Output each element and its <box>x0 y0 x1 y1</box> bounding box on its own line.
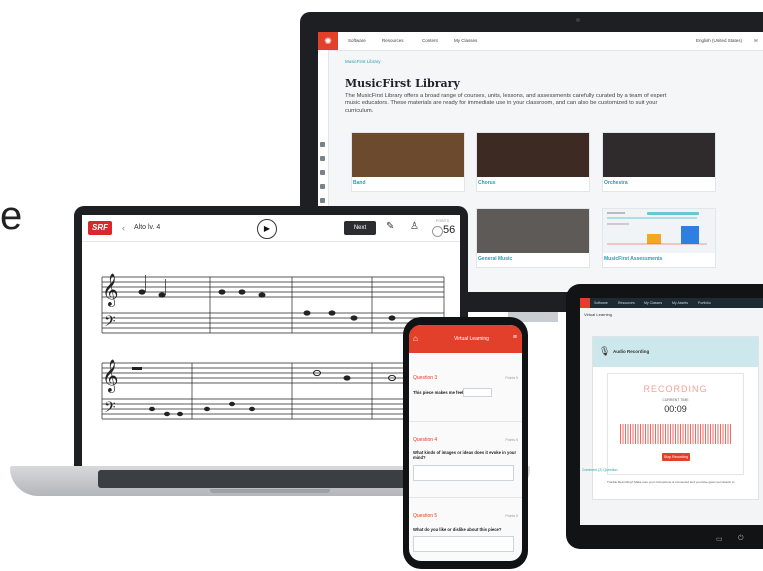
audio-recording-card: 🎙 Audio Recording RECORDING CURRENT TIME… <box>592 336 759 500</box>
top-nav-bar: ✺ Software Resources Content My Classes … <box>318 32 763 51</box>
bass-clef-icon: 𝄢 <box>104 399 116 419</box>
score-label: POINTS <box>436 219 450 223</box>
general-music-photo <box>477 209 589 253</box>
side-home-icon[interactable] <box>320 142 325 147</box>
score-value: 56 <box>443 224 456 236</box>
metronome-icon[interactable]: ♙ <box>410 221 419 232</box>
recorder-panel: RECORDING CURRENT TIME 00:09 Stop Record… <box>607 373 744 475</box>
question-4-prompt: What kinds of images or ideas does it ev… <box>413 450 517 460</box>
nav-content[interactable]: Content <box>422 38 438 43</box>
comment-question-link[interactable]: Comment (2) Question <box>582 468 617 472</box>
trouble-recording-note: Trouble Recording? Make sure your microp… <box>607 480 735 484</box>
question-4-points: Points 5 <box>505 438 518 442</box>
current-time-label: CURRENT TIME <box>662 398 689 402</box>
orchestra-photo <box>603 133 715 177</box>
sight-reading-toolbar: SRF ‹ Alto lv. 4 ▶ Next ✎ ♙ POINTS 56 <box>82 215 460 242</box>
current-time-value: 00:09 <box>664 404 687 414</box>
microphone-icon: 🎙 <box>599 346 611 356</box>
question-3-answer-input[interactable] <box>463 388 492 397</box>
question-3-points: Points 5 <box>505 376 518 380</box>
side-grade-icon[interactable] <box>320 184 325 189</box>
laptop-keyboard <box>98 470 428 488</box>
library-tile-band[interactable]: Band <box>351 132 465 192</box>
library-tile-orchestra[interactable]: Orchestra <box>602 132 716 192</box>
audio-recording-screen: Software Resources My Classes My Assets … <box>580 298 763 525</box>
phone-header: ⌂ Virtual Learning ≡ <box>409 325 522 353</box>
timer-icon <box>432 226 443 237</box>
menu-icon[interactable]: ≡ <box>513 334 517 341</box>
band-photo <box>352 133 464 177</box>
next-button[interactable]: Next <box>344 221 376 235</box>
tile-label: Band <box>353 180 366 186</box>
nav-software[interactable]: Software <box>348 38 366 43</box>
tablet-top-nav: Software Resources My Classes My Assets … <box>580 298 763 308</box>
back-chevron-icon[interactable]: ‹ <box>122 223 125 233</box>
webcam <box>576 18 580 22</box>
music-score: 𝄞 𝄢 𝄞 𝄢 <box>101 274 445 420</box>
side-calendar-icon[interactable] <box>320 156 325 161</box>
stop-recording-button[interactable]: Stop Recording <box>662 453 690 461</box>
tablet-power-icon[interactable]: ⏻ <box>738 535 744 543</box>
card-title: Audio Recording <box>613 349 650 354</box>
side-user-icon[interactable] <box>320 198 325 203</box>
page-title: MusicFirst Library <box>345 77 460 90</box>
nav-resources[interactable]: Resources <box>382 38 404 43</box>
level-label: Alto lv. 4 <box>134 224 161 231</box>
bass-clef-icon: 𝄢 <box>104 313 116 333</box>
musicfirst-logo-icon[interactable]: ✺ <box>318 32 338 50</box>
treble-clef-icon: 𝄞 <box>102 274 119 307</box>
recording-status: RECORDING <box>643 384 708 394</box>
library-tile-chorus[interactable]: Chorus <box>476 132 590 192</box>
question-4-label: Question 4 <box>413 437 438 443</box>
nav-my-classes[interactable]: My Classes <box>454 38 477 43</box>
card-header: 🎙 Audio Recording <box>593 337 758 367</box>
treble-clef-icon: 𝄞 <box>102 360 119 393</box>
question-5-answer-input[interactable] <box>413 536 514 552</box>
notifications-icon[interactable]: ✉ <box>754 38 758 44</box>
question-5-label: Question 5 <box>413 513 438 519</box>
library-tile-assessments[interactable]: MusicFirst Assessments <box>602 208 716 268</box>
breadcrumb[interactable]: MusicFirst Library <box>345 59 381 64</box>
library-tile-general-music[interactable]: General Music <box>476 208 590 268</box>
nav-software[interactable]: Software <box>594 301 608 305</box>
chorus-photo <box>477 133 589 177</box>
question-4-answer-input[interactable] <box>413 465 514 481</box>
tile-label: General Music <box>478 256 513 262</box>
pencil-icon[interactable]: ✎ <box>386 221 394 232</box>
nav-portfolio[interactable]: Portfolio <box>698 301 711 305</box>
page-description: The MusicFirst Library offers a broad ra… <box>345 93 667 114</box>
tablet-fullscreen-icon[interactable]: ▭ <box>716 535 723 543</box>
divider <box>409 497 522 498</box>
home-icon[interactable]: ⌂ <box>413 334 423 344</box>
language-selector[interactable]: English (United States) <box>696 38 742 43</box>
side-music-icon[interactable] <box>320 170 325 175</box>
tile-label: Chorus <box>478 180 496 186</box>
musicfirst-logo-icon[interactable] <box>580 298 590 308</box>
partial-text-fragment: e <box>0 194 23 238</box>
smartphone: ⌂ Virtual Learning ≡ Question 3 Points 5… <box>403 317 528 569</box>
laptop-hinge-notch <box>210 489 330 493</box>
virtual-learning-screen: ⌂ Virtual Learning ≡ Question 3 Points 5… <box>409 325 522 561</box>
assessments-chart-thumbnail <box>603 209 715 253</box>
divider <box>409 421 522 422</box>
question-5-prompt: What do you like or dislike about this p… <box>413 527 502 532</box>
srf-logo: SRF <box>88 221 112 235</box>
phone-title: Virtual Learning <box>454 336 489 342</box>
tablet: Software Resources My Classes My Assets … <box>566 284 763 549</box>
nav-my-classes[interactable]: My Classes <box>644 301 662 305</box>
question-5-points: Points 5 <box>505 514 518 518</box>
play-button[interactable]: ▶ <box>257 219 277 239</box>
question-3-label: Question 3 <box>413 375 438 381</box>
grand-staff-1 <box>101 276 445 334</box>
assessment-bars-graphic <box>607 212 707 245</box>
nav-my-assets[interactable]: My Assets <box>672 301 688 305</box>
audio-waveform <box>620 424 731 444</box>
tile-label: MusicFirst Assessments <box>604 256 663 262</box>
tile-label: Orchestra <box>604 180 628 186</box>
nav-resources[interactable]: Resources <box>618 301 635 305</box>
breadcrumb[interactable]: Virtual Learning <box>584 312 612 317</box>
